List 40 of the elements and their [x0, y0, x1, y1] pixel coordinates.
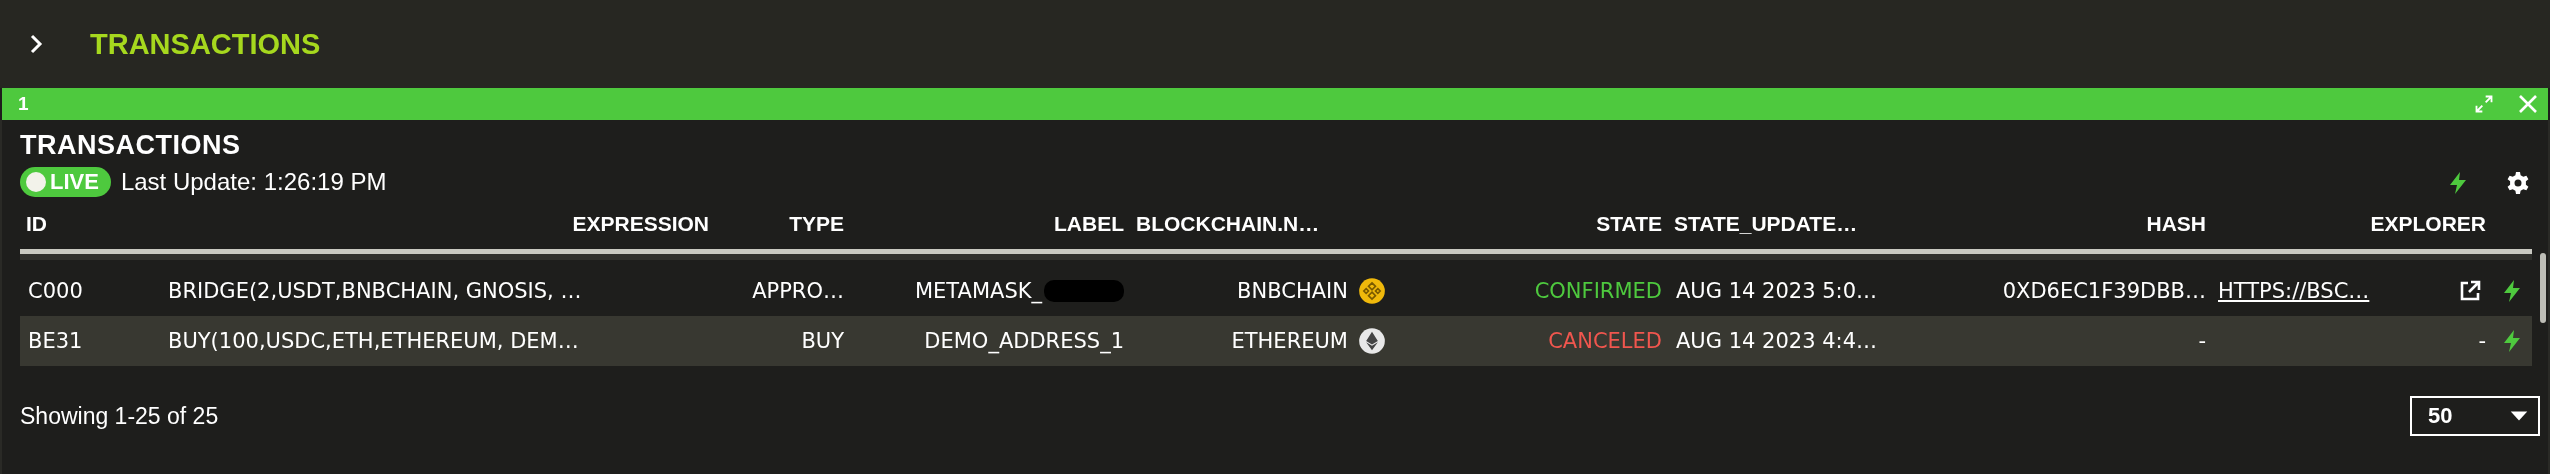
table-cell-text: 0XD6EC1F39DBB… — [2001, 279, 2207, 303]
table-cell: BNBCHAIN — [1237, 279, 1348, 303]
table-cell: ETHEREUM — [1231, 329, 1348, 353]
table-cell: DEMO_ADDRESS_1 — [924, 329, 1124, 353]
table-cell-text: BUY — [800, 329, 845, 353]
scrollbar-thumb[interactable] — [2540, 253, 2546, 323]
status-text: CONFIRMED — [1533, 279, 1663, 303]
table-cell: - — [2478, 329, 2486, 353]
column-header[interactable]: EXPRESSION — [160, 212, 715, 236]
column-header[interactable]: STATE — [1398, 212, 1668, 236]
settings-icon[interactable] — [2506, 169, 2530, 197]
coin-icon — [1358, 277, 1386, 305]
panel-title: TRANSACTIONS — [20, 130, 242, 161]
page-size-select[interactable]: 50 — [2410, 396, 2540, 436]
table-row[interactable]: BE31 BUY(100,USDC,ETH,ETHEREUM, DEM… BUY DEMO_ADDRESS_1 ETHEREUM CANCELED AUG 14 2023 4:4… - - — [20, 316, 2532, 366]
external-link-icon[interactable] — [2458, 279, 2482, 303]
column-header[interactable]: ID — [20, 212, 160, 236]
table-cell-text: BE31 — [27, 329, 84, 353]
pagination-text: Showing 1-25 of 25 — [20, 402, 219, 430]
table-cell-text: BRIDGE(2,USDT,BNBCHAIN, GNOSIS, … — [167, 279, 583, 303]
diamond-coin-icon — [1358, 327, 1386, 355]
column-header[interactable]: HASH — [1930, 212, 2212, 236]
table-cell-text: C000 — [27, 279, 84, 303]
column-header[interactable]: STATE_UPDATE… — [1668, 212, 1930, 236]
column-header[interactable]: LABEL — [850, 212, 1130, 236]
column-header[interactable]: BLOCKCHAIN.N… — [1130, 212, 1398, 236]
section-title: TRANSACTIONS — [90, 27, 321, 61]
table-cell-text: - — [2197, 329, 2207, 353]
last-update-text: Last Update: 1:26:19 PM — [120, 168, 387, 196]
table-cell-text: AUG 14 2023 4:4… — [1675, 329, 1878, 353]
table-row[interactable]: C000 BRIDGE(2,USDT,BNBCHAIN, GNOSIS, … APPRO… METAMASK_ BNBCHAIN CONFIRMED AUG 14 2023 5:0… 0XD6EC1F39DBB… HTTPS://BSC… — [20, 266, 2532, 316]
column-header[interactable]: TYPE — [715, 212, 850, 236]
status-text: CANCELED — [1547, 329, 1663, 353]
column-header[interactable]: EXPLORER — [2212, 212, 2492, 236]
panel-number: 1 — [18, 93, 29, 115]
table-cell-text: APPRO… — [751, 279, 845, 303]
explorer-link[interactable]: HTTPS://BSC… — [2218, 279, 2370, 303]
table-cell-text: AUG 14 2023 5:0… — [1675, 279, 1878, 303]
table-cell-text: BUY(100,USDC,ETH,ETHEREUM, DEM… — [167, 329, 580, 353]
table-cell: METAMASK_ — [914, 279, 1042, 303]
